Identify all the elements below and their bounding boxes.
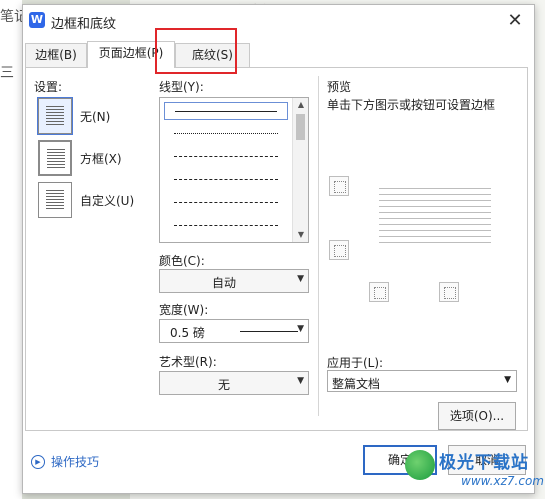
apply-to-dropdown[interactable]: 整篇文档 ▼ [327,370,517,392]
color-label: 颜色(C): [159,254,205,268]
chevron-down-icon: ▼ [297,274,304,284]
scroll-down-icon[interactable]: ▼ [293,228,308,242]
dialog-titlebar: W 边框和底纹 ✕ [23,5,534,37]
width-value: 0.5 磅 [170,326,205,340]
line-style-dashed[interactable] [164,148,288,166]
dialog-title: 边框和底纹 [51,17,117,32]
art-label: 艺术型(R): [159,355,217,369]
width-line-sample [240,331,298,332]
chevron-down-icon: ▼ [504,375,511,385]
line-style-scrollbar[interactable]: ▲ ▼ [292,98,308,242]
column-divider [318,76,319,416]
options-button[interactable]: 选项(O)... [438,402,516,430]
right-border-button[interactable] [439,282,459,302]
setting-custom-icon [38,182,72,218]
close-button[interactable]: ✕ [504,10,526,32]
chevron-down-icon: ▼ [297,324,304,334]
setting-custom[interactable]: 自定义(U) [38,182,134,218]
scroll-thumb[interactable] [296,114,305,140]
cancel-button[interactable]: 取消 [448,445,526,475]
tab-borders[interactable]: 边框(B) [25,43,87,67]
line-style-dotted[interactable] [164,125,288,143]
tab-page-border[interactable]: 页面边框(P) [87,41,175,68]
setting-custom-label: 自定义(U) [80,193,135,208]
setting-box[interactable]: 方框(X) [38,140,122,176]
line-style-label: 线型(Y): [159,80,204,94]
setting-none[interactable]: 无(N) [37,97,111,135]
tips-link[interactable]: ▶ 操作技巧 [31,453,99,470]
preview-label: 预览 [327,80,352,94]
apply-to-label: 应用于(L): [327,356,384,370]
setting-box-label: 方框(X) [80,151,122,166]
borders-shading-dialog: W 边框和底纹 ✕ 边框(B) 页面边框(P) 底纹(S) 设置: 无(N) 方… [22,4,535,494]
scroll-up-icon[interactable]: ▲ [293,98,308,112]
setting-box-icon [38,140,72,176]
line-style-dash-dot[interactable] [164,171,288,189]
setting-none-label: 无(N) [80,109,111,124]
preview-hint: 单击下方图示或按钮可设置边框 [327,98,496,112]
preview-page[interactable] [379,188,491,248]
ok-button[interactable]: 确定 [363,445,437,475]
width-label: 宽度(W): [159,303,209,317]
document-text: 三 [0,65,14,81]
line-style-list[interactable]: ▲ ▼ [159,97,309,243]
setting-none-icon [37,97,73,135]
art-value: 无 [217,378,230,392]
line-style-dash-dot-dot[interactable] [164,194,288,212]
wps-app-icon: W [29,12,45,28]
bottom-border-button[interactable] [329,240,349,260]
settings-label: 设置: [34,80,63,94]
width-dropdown[interactable]: 0.5 磅 ▼ [159,319,309,343]
line-style-solid[interactable] [164,102,288,120]
page-border-panel: 设置: 无(N) 方框(X) 自定义(U) 线型(Y): ▲ ▼ 颜色(C): … [25,67,528,431]
left-border-button[interactable] [369,282,389,302]
art-dropdown[interactable]: 无 ▼ [159,371,309,395]
color-value: 自动 [211,276,236,290]
color-dropdown[interactable]: 自动 ▼ [159,269,309,293]
chevron-down-icon: ▼ [297,376,304,386]
play-icon: ▶ [31,454,45,469]
top-border-button[interactable] [329,176,349,196]
apply-to-value: 整篇文档 [332,377,381,391]
tips-label: 操作技巧 [51,455,100,469]
line-style-dash-long[interactable] [164,217,288,235]
tab-shading[interactable]: 底纹(S) [175,43,250,67]
